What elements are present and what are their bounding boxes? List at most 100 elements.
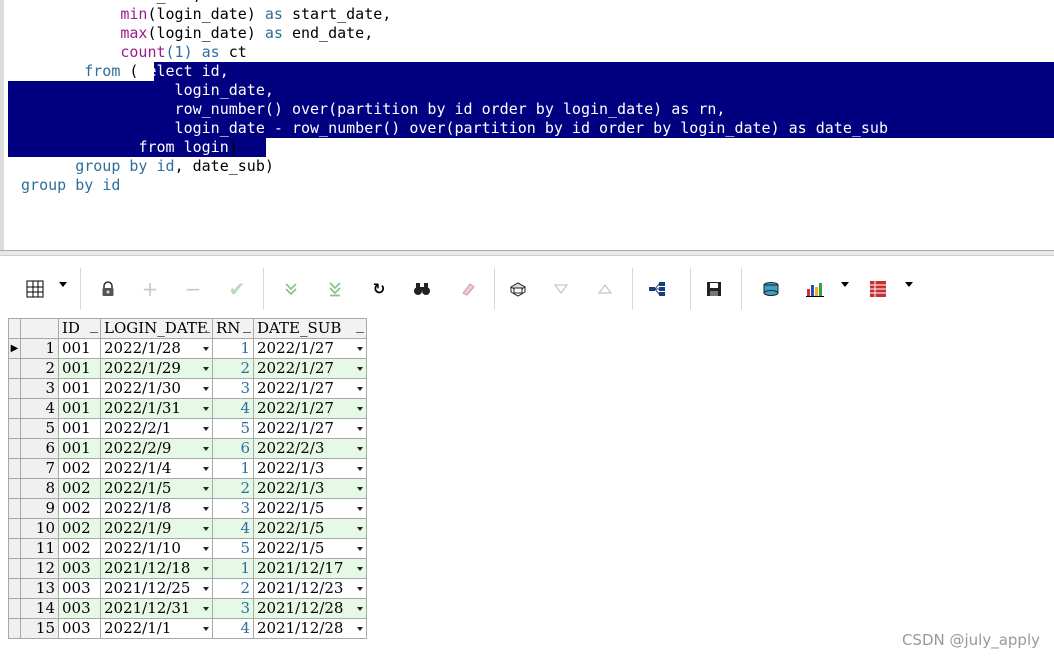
table-row[interactable]: 4 001 2022/1/31 4 2022/1/27 xyxy=(8,398,367,419)
filter-up-icon[interactable] xyxy=(592,276,618,302)
cell-rn[interactable]: 3 xyxy=(212,378,254,399)
chevron-down-icon[interactable] xyxy=(357,407,363,411)
cell-login-date[interactable]: 2022/1/31 xyxy=(100,398,213,419)
table-row[interactable]: 11 002 2022/1/10 5 2022/1/5 xyxy=(8,538,367,559)
column-resize-handle[interactable] xyxy=(90,332,98,333)
table-row[interactable]: 2 001 2022/1/29 2 2022/1/27 xyxy=(8,358,367,379)
cell-login-date[interactable]: 2022/1/4 xyxy=(100,458,213,479)
table-row[interactable]: 3 001 2022/1/30 3 2022/1/27 xyxy=(8,378,367,399)
cell-rn[interactable]: 1 xyxy=(212,558,254,579)
cell-login-date[interactable]: 2021/12/31 xyxy=(100,598,213,619)
cell-date-sub[interactable]: 2022/1/5 xyxy=(253,518,367,539)
chevron-down-icon[interactable] xyxy=(59,282,67,287)
cell-rn[interactable]: 3 xyxy=(212,598,254,619)
cell-login-date[interactable]: 2021/12/18 xyxy=(100,558,213,579)
cell-rn[interactable]: 4 xyxy=(212,618,254,639)
delete-record-icon[interactable]: − xyxy=(180,276,206,302)
chevron-down-icon[interactable] xyxy=(203,347,209,351)
chevron-down-icon[interactable] xyxy=(357,507,363,511)
cell-login-date[interactable]: 2022/2/9 xyxy=(100,438,213,459)
table-row[interactable]: 5 001 2022/2/1 5 2022/1/27 xyxy=(8,418,367,439)
table-row[interactable]: 12 003 2021/12/18 1 2021/12/17 xyxy=(8,558,367,579)
tree-view-icon[interactable] xyxy=(644,276,670,302)
cell-rn[interactable]: 5 xyxy=(212,538,254,559)
grid-view-icon[interactable] xyxy=(22,276,48,302)
cell-date-sub[interactable]: 2022/1/27 xyxy=(253,358,367,379)
chevron-down-icon[interactable] xyxy=(357,427,363,431)
cell-id[interactable]: 002 xyxy=(58,538,101,559)
chevron-down-icon[interactable] xyxy=(203,507,209,511)
cell-date-sub[interactable]: 2022/1/27 xyxy=(253,378,367,399)
cell-login-date[interactable]: 2022/1/30 xyxy=(100,378,213,399)
column-header-date-sub[interactable]: DATE_SUB xyxy=(253,318,367,339)
cell-rn[interactable]: 2 xyxy=(212,578,254,599)
cell-login-date[interactable]: 2022/1/28 xyxy=(100,338,213,359)
table-row[interactable]: 15 003 2022/1/1 4 2021/12/28 xyxy=(8,618,367,639)
chevron-down-icon[interactable] xyxy=(203,387,209,391)
chevron-down-icon[interactable] xyxy=(357,487,363,491)
cell-rn[interactable]: 2 xyxy=(212,478,254,499)
cell-login-date[interactable]: 2022/1/9 xyxy=(100,518,213,539)
cell-rn[interactable]: 1 xyxy=(212,458,254,479)
cell-date-sub[interactable]: 2021/12/23 xyxy=(253,578,367,599)
save-icon[interactable] xyxy=(701,276,727,302)
chevron-down-icon[interactable] xyxy=(203,527,209,531)
cell-id[interactable]: 003 xyxy=(58,578,101,599)
cell-id[interactable]: 001 xyxy=(58,378,101,399)
column-header-id[interactable]: ID xyxy=(58,318,101,339)
chevron-down-icon[interactable] xyxy=(203,607,209,611)
cell-date-sub[interactable]: 2022/1/27 xyxy=(253,338,367,359)
cell-date-sub[interactable]: 2022/1/27 xyxy=(253,398,367,419)
fetch-last-icon[interactable] xyxy=(322,276,348,302)
chevron-down-icon[interactable] xyxy=(357,547,363,551)
cell-id[interactable]: 001 xyxy=(58,398,101,419)
cell-rn[interactable]: 3 xyxy=(212,498,254,519)
cell-rn[interactable]: 6 xyxy=(212,438,254,459)
column-resize-handle[interactable] xyxy=(356,332,364,333)
table-row[interactable]: ▶ 1 001 2022/1/28 1 2022/1/27 xyxy=(8,338,367,359)
cell-date-sub[interactable]: 2021/12/17 xyxy=(253,558,367,579)
cell-date-sub[interactable]: 2022/1/3 xyxy=(253,478,367,499)
cell-id[interactable]: 003 xyxy=(58,598,101,619)
chevron-down-icon[interactable] xyxy=(203,447,209,451)
chevron-down-icon[interactable] xyxy=(905,282,913,287)
cell-id[interactable]: 001 xyxy=(58,338,101,359)
fetch-next-icon[interactable] xyxy=(278,276,304,302)
cell-login-date[interactable]: 2022/1/1 xyxy=(100,618,213,639)
filter-down-icon[interactable] xyxy=(548,276,574,302)
table-export-icon[interactable] xyxy=(865,276,891,302)
cell-login-date[interactable]: 2022/2/1 xyxy=(100,418,213,439)
add-record-icon[interactable]: + xyxy=(137,276,163,302)
cell-date-sub[interactable]: 2021/12/28 xyxy=(253,598,367,619)
chevron-down-icon[interactable] xyxy=(203,567,209,571)
cell-id[interactable]: 003 xyxy=(58,558,101,579)
cell-id[interactable]: 001 xyxy=(58,358,101,379)
chevron-down-icon[interactable] xyxy=(357,367,363,371)
cell-date-sub[interactable]: 2021/12/28 xyxy=(253,618,367,639)
result-grid[interactable]: ID LOGIN_DATE RN DATE_SUB ▶ 1 001 2022/1/28… xyxy=(8,318,367,639)
table-row[interactable]: 7 002 2022/1/4 1 2022/1/3 xyxy=(8,458,367,479)
table-row[interactable]: 14 003 2021/12/31 3 2021/12/28 xyxy=(8,598,367,619)
chevron-down-icon[interactable] xyxy=(203,427,209,431)
cell-login-date[interactable]: 2021/12/25 xyxy=(100,578,213,599)
chevron-down-icon[interactable] xyxy=(357,527,363,531)
cell-rn[interactable]: 2 xyxy=(212,358,254,379)
cell-login-date[interactable]: 2022/1/5 xyxy=(100,478,213,499)
post-changes-icon[interactable]: ✔ xyxy=(224,276,250,302)
cell-date-sub[interactable]: 2022/1/3 xyxy=(253,458,367,479)
chevron-down-icon[interactable] xyxy=(357,627,363,631)
table-row[interactable]: 6 001 2022/2/9 6 2022/2/3 xyxy=(8,438,367,459)
cell-rn[interactable]: 4 xyxy=(212,518,254,539)
lock-icon[interactable] xyxy=(95,276,121,302)
chevron-down-icon[interactable] xyxy=(357,467,363,471)
chevron-down-icon[interactable] xyxy=(203,467,209,471)
refresh-icon[interactable]: ↻ xyxy=(366,276,392,302)
table-row[interactable]: 10 002 2022/1/9 4 2022/1/5 xyxy=(8,518,367,539)
cell-date-sub[interactable]: 2022/1/5 xyxy=(253,538,367,559)
cell-login-date[interactable]: 2022/1/29 xyxy=(100,358,213,379)
sql-editor[interactable]: date_sub, min(login_date) as start_date,… xyxy=(0,0,1054,250)
cell-rn[interactable]: 4 xyxy=(212,398,254,419)
table-row[interactable]: 8 002 2022/1/5 2 2022/1/3 xyxy=(8,478,367,499)
column-resize-handle[interactable] xyxy=(243,332,251,333)
clear-icon[interactable] xyxy=(455,276,481,302)
